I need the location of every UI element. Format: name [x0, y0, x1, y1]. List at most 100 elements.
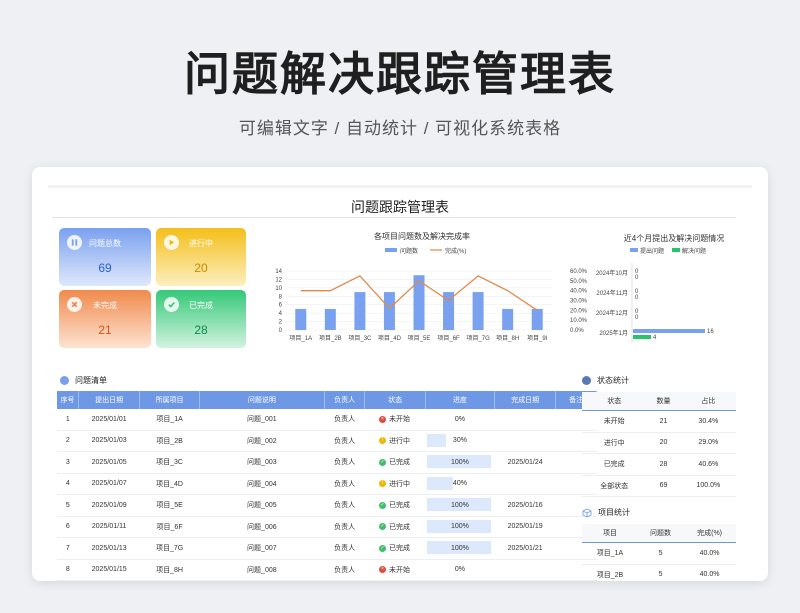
legend-label: 完成(%) — [445, 247, 466, 255]
column-header[interactable]: 问题说明 — [199, 391, 325, 409]
column-header[interactable]: 序号 — [57, 391, 80, 409]
y-left-tick: 14 — [275, 269, 282, 275]
project-name: 项目_8H — [139, 559, 200, 581]
status-cell: ×未开始 — [364, 559, 426, 581]
table-row: 已完成 28 40.6% — [582, 453, 736, 476]
progress-text: 100% — [450, 501, 469, 509]
card-in-progress-value: 20 — [194, 261, 208, 275]
y-left-tick: 6 — [279, 303, 283, 309]
status-stats-title: 状态统计 — [597, 376, 629, 385]
row-number: 9 — [57, 580, 79, 581]
status-cell: ✓ 已完成 — [364, 451, 426, 474]
x-tick: 项目_7G — [466, 335, 490, 342]
table-row[interactable]: 6 2025/01/11 项目_6F 问题_006 负责人 ✓ 已完成 100% 2025/01… — [57, 516, 597, 538]
stat-cell: 28 — [646, 453, 681, 476]
raise-date: 2025/01/01 — [78, 409, 140, 431]
progress-text: 100% — [450, 544, 469, 552]
column-header[interactable]: 问题数 — [637, 524, 684, 543]
legend-swatch — [630, 248, 638, 252]
status-cell: ✓ 已完成 — [364, 516, 426, 538]
project-stats-header: 项目统计 — [582, 507, 630, 518]
status-stats-header: 状态统计 — [582, 375, 629, 386]
y-right-tick: 50.0% — [570, 279, 588, 285]
column-header[interactable]: 状态 — [582, 392, 647, 411]
card-not-done-value: 21 — [98, 323, 112, 337]
column-header[interactable]: 提出日期 — [78, 391, 141, 409]
x-tick: 项目_1A — [289, 335, 312, 342]
column-header[interactable]: 完成(%) — [683, 524, 736, 543]
progress-cell: 100% — [425, 451, 495, 474]
column-header[interactable]: 占比 — [680, 392, 736, 411]
card-done: 已完成 28 — [156, 290, 246, 348]
table-row: 项目_2B 5 40.0% — [582, 564, 736, 581]
project-name: 项目_2B — [139, 430, 200, 452]
status-cell: ×未开始 — [364, 580, 426, 581]
month-label: 2025年1月 — [599, 329, 628, 337]
data-label: 4 — [653, 335, 657, 341]
month-label: 2024年12月 — [596, 309, 628, 317]
status-cell: ✓ 已完成 — [364, 537, 426, 560]
bar-项目_7G — [472, 292, 484, 330]
combo-chart-panel: 各项目问题数及解决完成率 问题数 完成(%) 0 2 4 6 8 10 12 14 0.0% 10.0… — [252, 227, 592, 352]
progress-cell: 30% — [425, 430, 495, 452]
card-not-done-label: 未完成 — [93, 301, 117, 310]
completion-date — [494, 559, 556, 581]
issue-description: 问题_008 — [199, 559, 325, 581]
row-number: 6 — [57, 516, 79, 538]
stat-cell: 21 — [646, 410, 681, 433]
y-right-tick: 0.0% — [570, 328, 584, 334]
column-header[interactable]: 进度 — [425, 391, 496, 409]
column-header[interactable]: 状态 — [364, 391, 426, 409]
progress-cell: 100% — [425, 537, 495, 560]
bar-项目_4D — [383, 292, 395, 330]
progress-cell: 0% — [425, 409, 495, 431]
y-left-tick: 10 — [275, 286, 282, 292]
bar-解决问题-2025年1月 — [633, 335, 651, 339]
column-header[interactable]: 负责人 — [324, 391, 366, 409]
stat-cell: 40.6% — [680, 453, 736, 476]
bar-项目_3C — [354, 292, 366, 330]
person-icon — [582, 376, 591, 385]
status-text: 已完成 — [388, 523, 410, 531]
progress-bar — [427, 433, 447, 447]
progress-cell: 100% — [425, 516, 495, 538]
card-done-label: 已完成 — [189, 301, 213, 310]
table-row[interactable]: 8 2025/01/15 项目_8H 问题_008 负责人 × 未开始 0% — [57, 559, 597, 581]
table-row[interactable]: 3 2025/01/05 项目_3C 问题_003 负责人 ✓ 已完成 100% 2025/01… — [57, 451, 597, 474]
y-left-tick: 0 — [279, 328, 283, 334]
status-text: 已完成 — [388, 502, 410, 510]
table-row[interactable]: 5 2025/01/09 项目_5E 问题_005 负责人 ✓ 已完成 100% 2025/01… — [57, 494, 597, 517]
issues-table: 序号 提出日期 所属项目 问题说明 负责人 状态 进度 完成日期 备注 1 2025/01/01 项… — [57, 391, 597, 581]
status-icon: ✓ — [378, 458, 386, 466]
table-row[interactable]: 92025/01/17项目_9I问题_009负责人×未开始0% — [57, 580, 597, 581]
column-header[interactable]: 所属项目 — [139, 391, 200, 409]
x-tick: 项目_3C — [348, 335, 372, 342]
y-left-tick: 12 — [275, 277, 282, 283]
y-right-tick: 30.0% — [570, 299, 588, 305]
sheet-title: 问题跟踪管理表 — [351, 199, 449, 215]
status-icon: ✓ — [378, 501, 386, 509]
y-left-tick: 4 — [279, 311, 283, 317]
column-header[interactable]: 完成日期 — [494, 391, 557, 409]
table-row[interactable]: 4 2025/01/07 项目_4D 问题_004 负责人! 进行中 40% — [57, 473, 597, 495]
status-icon: × — [378, 566, 386, 574]
table-row: 项目_1A 5 40.0% — [582, 542, 736, 565]
stat-cell: 40.0% — [683, 542, 736, 565]
row-number: 3 — [57, 451, 79, 474]
table-row[interactable]: 2 2025/01/03 项目_2B 问题_002 负责人! 进行中 30% — [57, 430, 597, 452]
table-row[interactable]: 1 2025/01/01 项目_1A 问题_001 负责人 × 未开始 0% — [57, 409, 597, 431]
y-left-tick: 2 — [279, 320, 283, 326]
month-label: 2024年11月 — [596, 289, 628, 297]
column-header[interactable]: 数量 — [646, 392, 681, 411]
data-label: 0 — [635, 315, 639, 321]
completion-date: 2025/01/16 — [494, 494, 556, 517]
list-icon — [60, 376, 69, 385]
status-cell: ! 进行中 — [364, 430, 426, 452]
table-row[interactable]: 7 2025/01/13 项目_7G 问题_007 负责人 ✓ 已完成 100% 2025/01… — [57, 537, 597, 560]
card-done-value: 28 — [194, 323, 208, 337]
row-number: 8 — [57, 559, 79, 581]
column-header[interactable]: 项目 — [582, 524, 638, 543]
owner: 负责人 — [324, 537, 365, 560]
status-icon: ! — [378, 480, 386, 488]
row-number: 1 — [57, 409, 79, 431]
